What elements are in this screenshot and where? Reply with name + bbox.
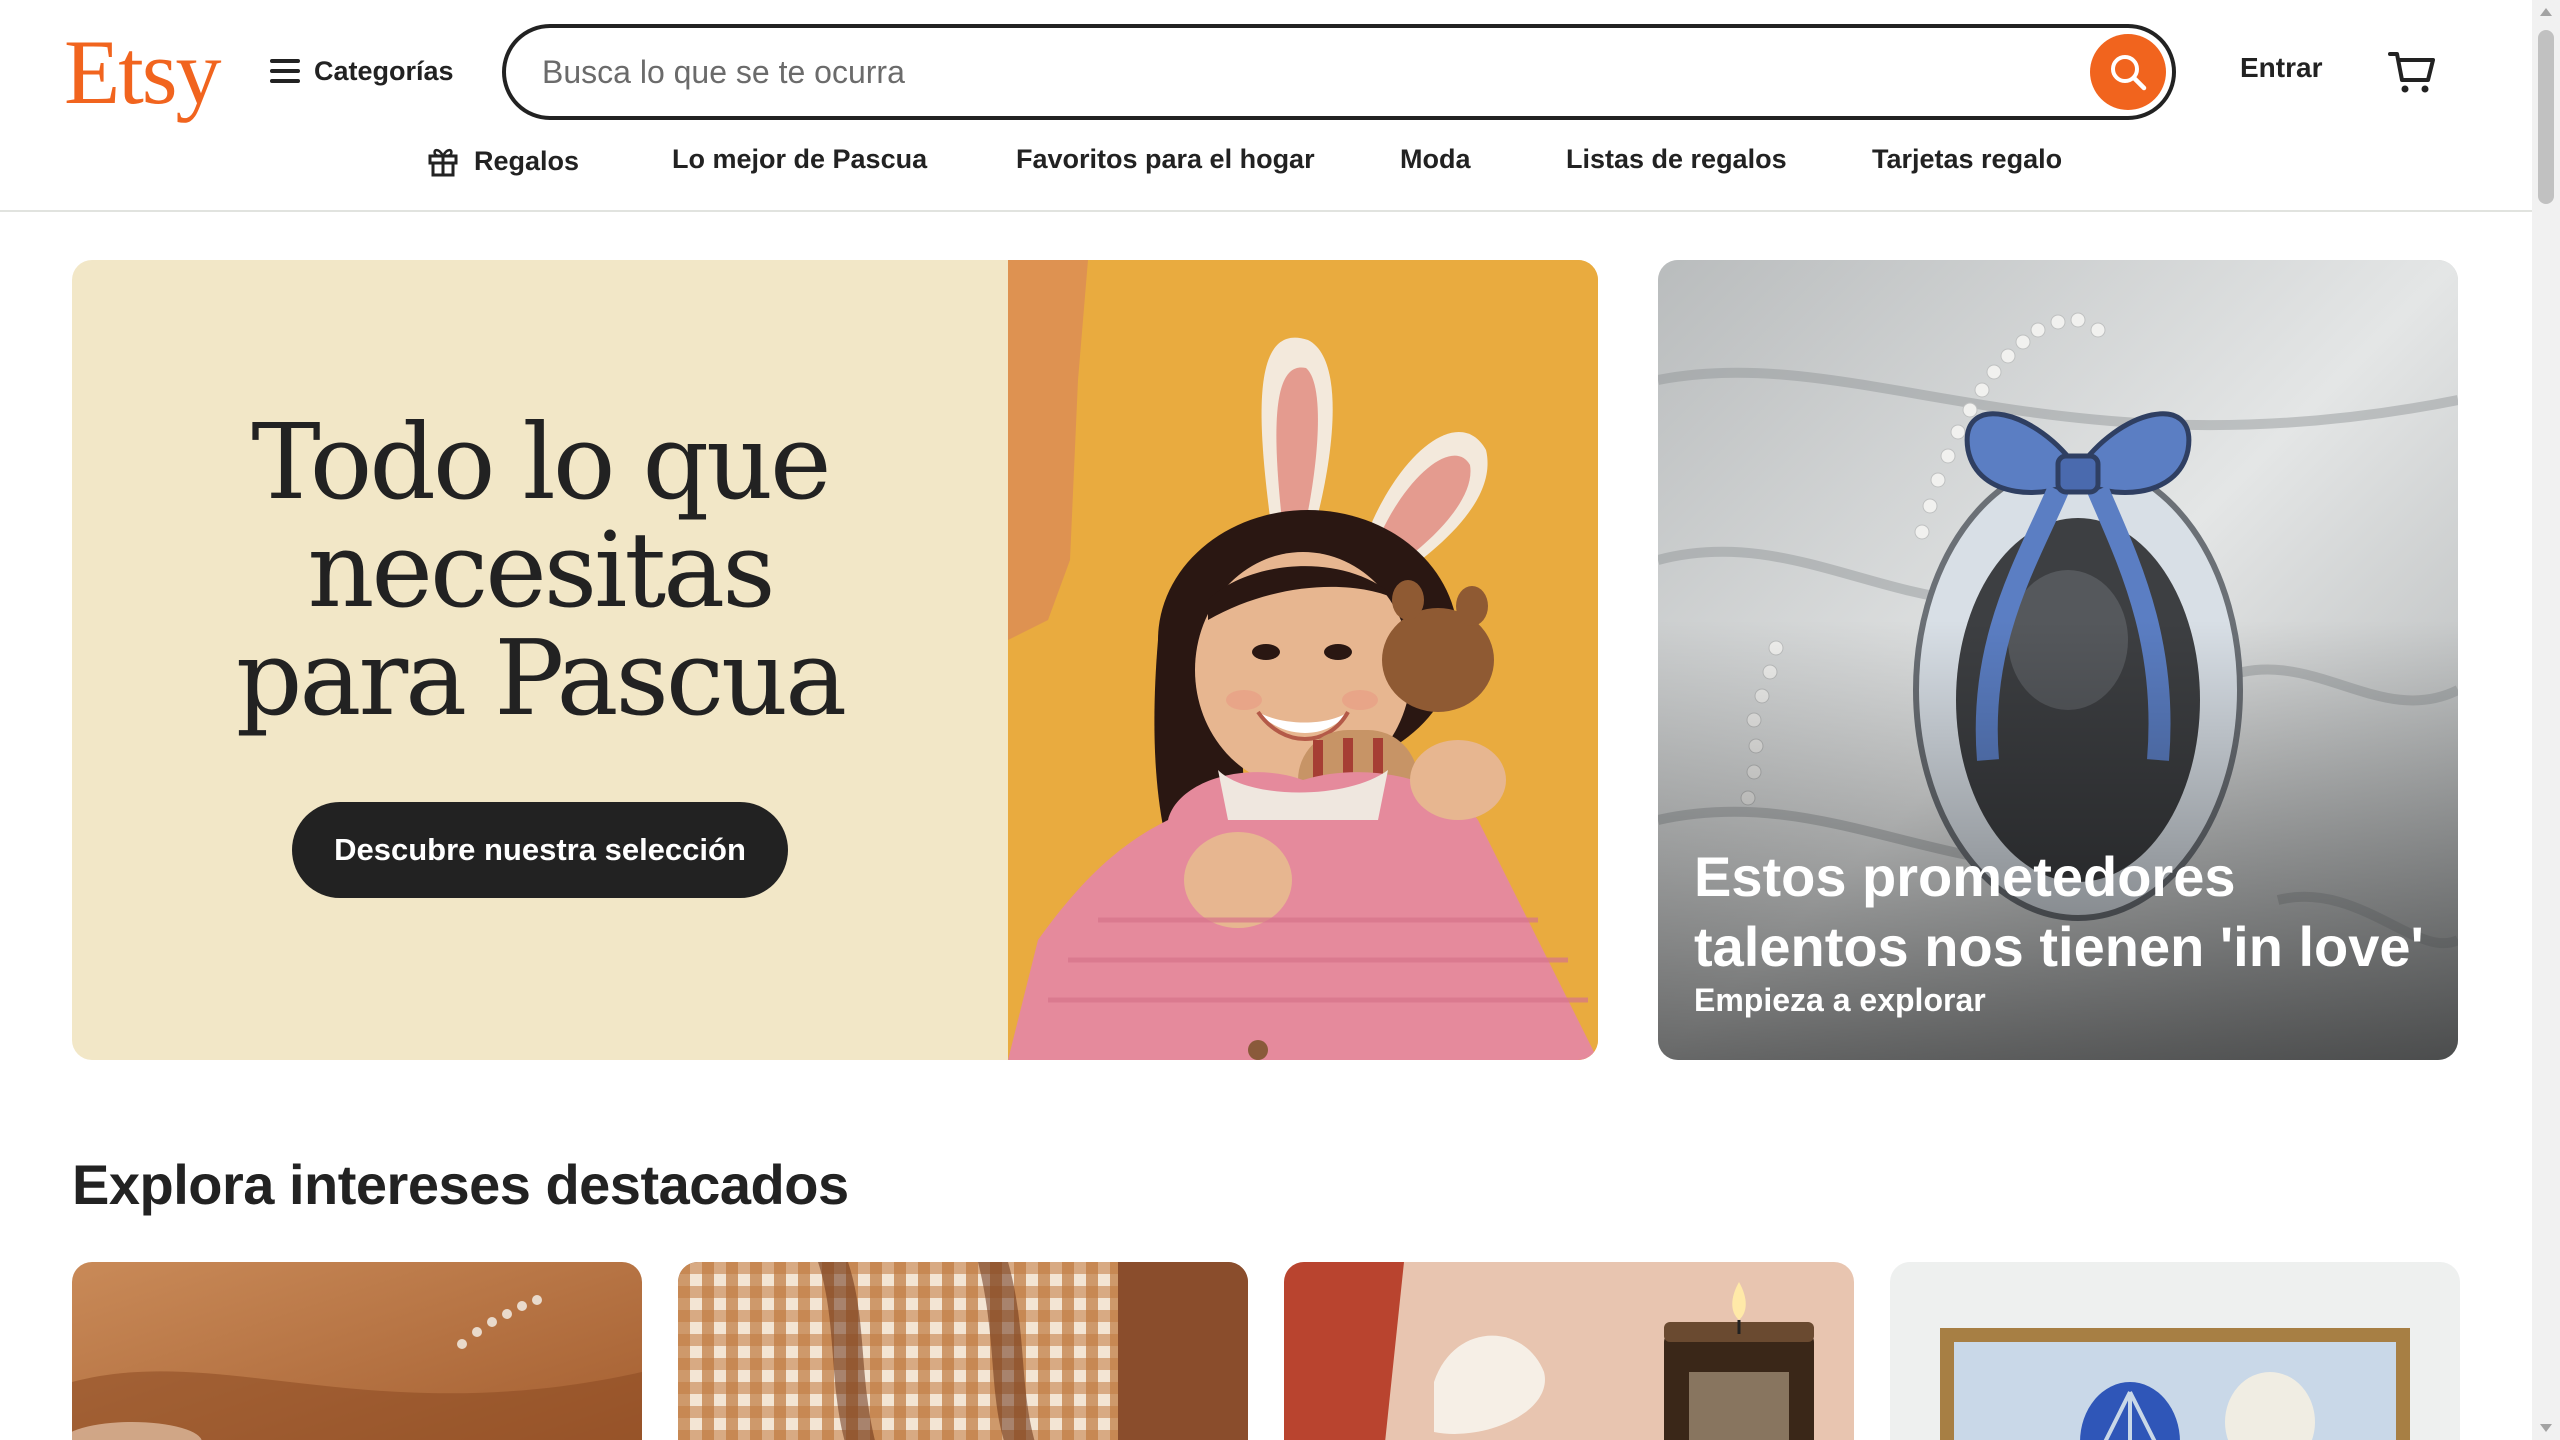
cart-icon[interactable] [2384, 44, 2440, 100]
interest-card-candle[interactable] [1284, 1262, 1854, 1440]
scroll-thumb[interactable] [2538, 30, 2554, 204]
hero-title-line: Todo lo que [251, 401, 831, 523]
nav-item-regalos[interactable]: Regalos [426, 144, 579, 178]
search-button[interactable] [2090, 34, 2166, 110]
featured-interests-title: Explora intereses destacados [72, 1153, 849, 1216]
hero-title-line: para Pascua [235, 617, 847, 739]
hero-photo-girl-bunny-ears [1008, 260, 1598, 1060]
hero-title-line: necesitas [307, 509, 775, 631]
search-bar [502, 24, 2176, 120]
categories-label: Categorías [314, 55, 454, 86]
easter-hero-banner[interactable]: Todo lo que necesitas para Pascua Descub… [72, 260, 1598, 1060]
interest-card-gingham-curtain[interactable] [678, 1262, 1248, 1440]
interest-card-necklace[interactable] [72, 1262, 642, 1440]
interest-card-framed-art[interactable] [1890, 1262, 2460, 1440]
talents-title: Estos prometedores talentos nos tienen '… [1694, 845, 2424, 978]
hero-title: Todo lo que necesitas para Pascua [72, 408, 1008, 732]
search-input[interactable] [542, 28, 2022, 116]
nav-item-moda[interactable]: Moda [1400, 144, 1471, 175]
search-icon [2111, 55, 2147, 91]
discover-selection-button[interactable]: Descubre nuestra selección [292, 802, 788, 898]
scroll-down-arrow-icon[interactable] [2540, 1424, 2552, 1432]
signin-link[interactable]: Entrar [2240, 52, 2322, 84]
nav-item-hogar[interactable]: Favoritos para el hogar [1016, 144, 1315, 175]
scroll-up-arrow-icon[interactable] [2540, 8, 2552, 16]
nav-item-tarjetas[interactable]: Tarjetas regalo [1872, 144, 2062, 175]
nav-item-listas[interactable]: Listas de regalos [1566, 144, 1787, 175]
categories-button[interactable]: Categorías [270, 48, 454, 94]
hamburger-menu-icon [270, 59, 300, 83]
gift-icon [428, 148, 458, 177]
promising-talents-banner[interactable]: Estos prometedores talentos nos tienen '… [1658, 260, 2458, 1060]
site-header: Etsy Categorías Entrar Regalos [0, 0, 2532, 212]
start-exploring-link[interactable]: Empieza a explorar [1694, 982, 1986, 1019]
page-scrollbar[interactable] [2532, 0, 2560, 1440]
etsy-logo[interactable]: Etsy [64, 22, 222, 122]
category-nav: Regalos Lo mejor de Pascua Favoritos par… [0, 136, 2532, 192]
nav-item-pascua[interactable]: Lo mejor de Pascua [672, 144, 927, 175]
nav-item-label: Regalos [474, 145, 580, 176]
